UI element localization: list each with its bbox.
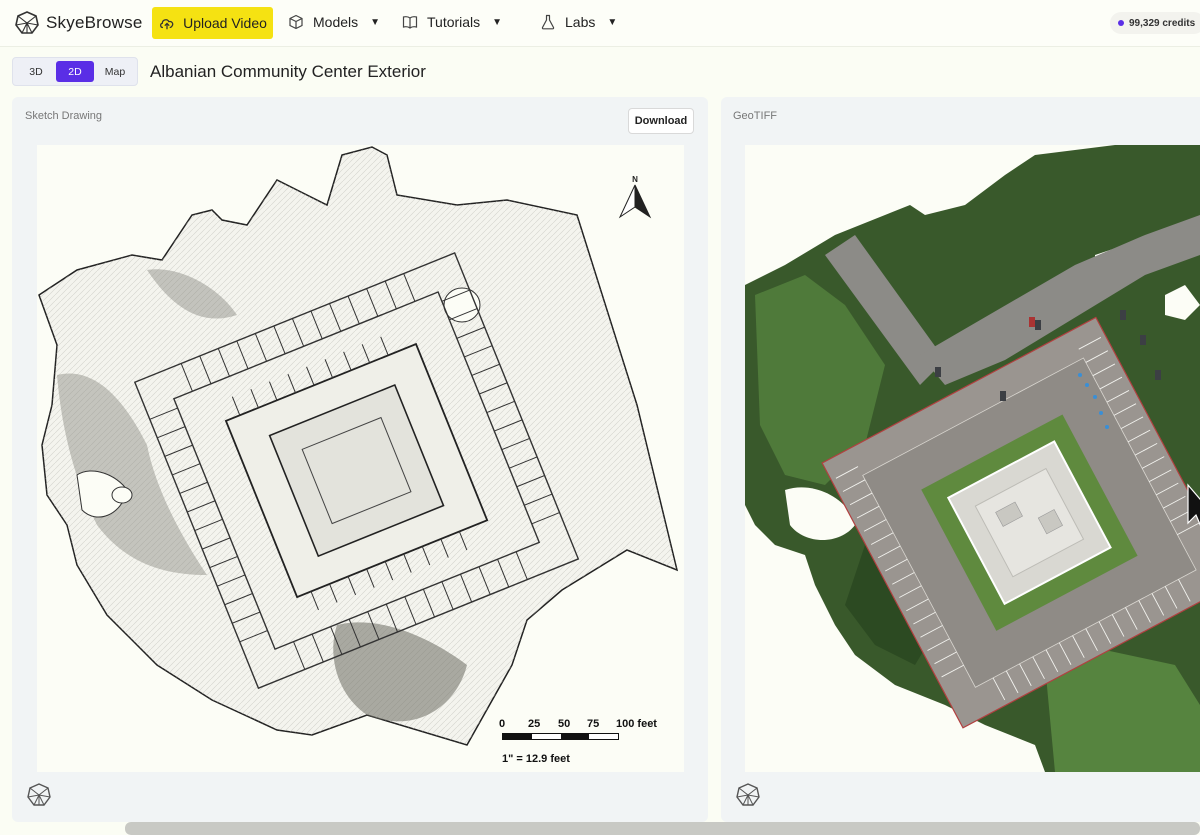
credits-dot-icon xyxy=(1118,20,1124,26)
scale-ratio: 1" = 12.9 feet xyxy=(502,753,570,765)
chevron-down-icon: ▼ xyxy=(492,16,503,28)
geotiff-map-canvas[interactable] xyxy=(745,145,1200,772)
view-3d-button[interactable]: 3D xyxy=(18,61,54,82)
top-bar: SkyeBrowse Upload Video Models ▼ Tutoria… xyxy=(0,0,1200,47)
cube-icon xyxy=(289,14,303,30)
north-arrow-icon xyxy=(618,184,652,219)
scale-tick-50: 50 xyxy=(558,718,571,730)
geotiff-aerial-image xyxy=(745,145,1200,772)
nav-tutorials[interactable]: Tutorials ▼ xyxy=(402,14,502,30)
sketch-drawing-image: N xyxy=(38,146,679,746)
download-button[interactable]: Download xyxy=(628,108,694,134)
sketch-panel-title: Sketch Drawing xyxy=(25,110,103,122)
view-mode-toggle: 3D 2D Map xyxy=(12,57,138,86)
cloud-upload-icon xyxy=(160,19,174,30)
geotiff-panel-title: GeoTIFF xyxy=(733,110,778,122)
nav-labs-label: Labs xyxy=(565,14,596,30)
north-label: N xyxy=(632,175,638,184)
app-logo[interactable]: SkyeBrowse xyxy=(14,10,142,36)
skyebrowse-watermark-icon xyxy=(736,783,760,806)
skyebrowse-logo-icon xyxy=(15,11,39,34)
scale-tick-0: 0 xyxy=(499,718,506,730)
sketch-drawing-panel: Sketch Drawing Download N 0 25 50 75 100… xyxy=(12,97,708,822)
credits-badge[interactable]: 99,329 credits xyxy=(1110,12,1200,34)
scale-tick-75: 75 xyxy=(587,718,600,730)
credits-value: 99,329 credits xyxy=(1129,17,1196,29)
book-icon xyxy=(402,16,418,29)
view-map-button[interactable]: Map xyxy=(97,61,133,82)
nav-labs[interactable]: Labs ▼ xyxy=(540,14,617,30)
scale-bar xyxy=(502,733,619,740)
chevron-down-icon: ▼ xyxy=(370,16,381,28)
app-name: SkyeBrowse xyxy=(46,13,143,32)
nav-tutorials-label: Tutorials xyxy=(427,14,481,30)
nav-models[interactable]: Models ▼ xyxy=(288,14,380,30)
scale-tick-100: 100 feet xyxy=(616,718,657,730)
upload-video-label: Upload Video xyxy=(183,15,267,31)
nav-models-label: Models xyxy=(313,14,359,30)
flask-icon xyxy=(541,14,555,30)
view-2d-button[interactable]: 2D xyxy=(56,61,94,82)
geotiff-panel: GeoTIFF xyxy=(721,97,1200,822)
upload-video-button[interactable]: Upload Video xyxy=(152,7,273,39)
horizontal-scrollbar[interactable] xyxy=(125,822,1200,835)
page-title: Albanian Community Center Exterior xyxy=(150,62,426,81)
sketch-drawing-canvas[interactable]: N xyxy=(37,145,684,772)
chevron-down-icon: ▼ xyxy=(607,16,618,28)
scale-tick-25: 25 xyxy=(528,718,541,730)
skyebrowse-watermark-icon xyxy=(27,783,51,806)
